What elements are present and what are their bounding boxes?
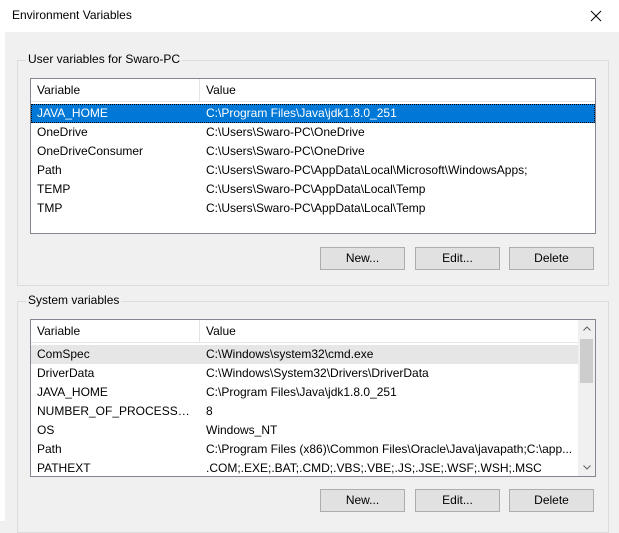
system-variables-label: System variables xyxy=(26,293,122,307)
variable-name: OneDrive xyxy=(37,125,88,139)
list-header: Variable Value xyxy=(31,79,595,102)
variable-name: Path xyxy=(37,163,62,177)
variable-value: C:\Users\Swaro-PC\OneDrive xyxy=(206,125,365,139)
variable-value: C:\Windows\System32\Drivers\DriverData xyxy=(206,366,429,380)
user-variables-label: User variables for Swaro-PC xyxy=(26,52,183,66)
table-row[interactable]: Path C:\Users\Swaro-PC\AppData\Local\Mic… xyxy=(31,161,595,180)
system-new-button[interactable]: New... xyxy=(320,489,405,512)
title-bar: Environment Variables xyxy=(0,0,619,32)
vertical-scrollbar[interactable] xyxy=(578,320,595,476)
variable-value: C:\Program Files\Java\jdk1.8.0_251 xyxy=(206,385,397,399)
column-header-variable[interactable]: Variable xyxy=(31,320,200,342)
table-row[interactable]: Path C:\Program Files (x86)\Common Files… xyxy=(31,440,578,459)
variable-name: OS xyxy=(37,423,55,437)
system-variables-group: System variables Variable Value ComSpec … xyxy=(17,293,609,533)
table-row[interactable]: DriverData C:\Windows\System32\Drivers\D… xyxy=(31,364,578,383)
column-header-value[interactable]: Value xyxy=(200,320,595,342)
system-edit-button[interactable]: Edit... xyxy=(415,489,500,512)
window-edge xyxy=(0,32,5,521)
chevron-up-icon xyxy=(582,326,591,331)
table-row[interactable]: JAVA_HOME C:\Program Files\Java\jdk1.8.0… xyxy=(31,104,595,123)
variable-name: JAVA_HOME xyxy=(37,385,108,399)
variable-name: JAVA_HOME xyxy=(37,106,108,120)
variable-name: TEMP xyxy=(37,182,71,196)
variable-value: C:\Users\Swaro-PC\OneDrive xyxy=(206,144,365,158)
column-header-value[interactable]: Value xyxy=(200,79,595,101)
variable-name: NUMBER_OF_PROCESSORS xyxy=(37,404,197,418)
user-edit-button[interactable]: Edit... xyxy=(415,247,500,270)
user-new-button[interactable]: New... xyxy=(320,247,405,270)
table-row[interactable]: JAVA_HOME C:\Program Files\Java\jdk1.8.0… xyxy=(31,383,578,402)
table-row[interactable]: TMP C:\Users\Swaro-PC\AppData\Local\Temp xyxy=(31,199,595,218)
window-title: Environment Variables xyxy=(12,8,132,22)
table-row[interactable]: OneDrive C:\Users\Swaro-PC\OneDrive xyxy=(31,123,595,142)
close-icon xyxy=(590,10,602,22)
user-delete-button[interactable]: Delete xyxy=(509,247,594,270)
table-row[interactable]: OS Windows_NT xyxy=(31,421,578,440)
table-row[interactable]: OneDriveConsumer C:\Users\Swaro-PC\OneDr… xyxy=(31,142,595,161)
chevron-down-icon xyxy=(582,465,591,470)
user-variables-list[interactable]: Variable Value JAVA_HOME C:\Program File… xyxy=(30,78,596,234)
variable-value: C:\Users\Swaro-PC\AppData\Local\Microsof… xyxy=(206,163,528,177)
variable-name: Path xyxy=(37,442,62,456)
variable-value: C:\Program Files\Java\jdk1.8.0_251 xyxy=(206,106,397,120)
list-header: Variable Value xyxy=(31,320,578,343)
table-row[interactable]: PATHEXT .COM;.EXE;.BAT;.CMD;.VBS;.VBE;.J… xyxy=(31,459,578,476)
scroll-up-button[interactable] xyxy=(578,320,595,337)
variable-value: 8 xyxy=(206,404,213,418)
variable-value: Windows_NT xyxy=(206,423,278,437)
variable-value: C:\Program Files (x86)\Common Files\Orac… xyxy=(206,442,573,456)
scroll-down-button[interactable] xyxy=(578,459,595,476)
variable-name: ComSpec xyxy=(37,347,90,361)
scroll-thumb[interactable] xyxy=(580,339,593,383)
table-row[interactable]: ComSpec C:\Windows\system32\cmd.exe xyxy=(31,345,578,364)
user-variables-group: User variables for Swaro-PC Variable Val… xyxy=(17,52,609,286)
variable-name: TMP xyxy=(37,201,63,215)
variable-value: C:\Users\Swaro-PC\AppData\Local\Temp xyxy=(206,201,426,215)
system-delete-button[interactable]: Delete xyxy=(509,489,594,512)
variable-name: PATHEXT xyxy=(37,461,91,475)
table-row[interactable]: NUMBER_OF_PROCESSORS 8 xyxy=(31,402,578,421)
column-header-variable[interactable]: Variable xyxy=(31,79,200,101)
variable-value: .COM;.EXE;.BAT;.CMD;.VBS;.VBE;.JS;.JSE;.… xyxy=(206,461,542,475)
system-variables-list[interactable]: Variable Value ComSpec C:\Windows\system… xyxy=(30,319,596,477)
variable-value: C:\Windows\system32\cmd.exe xyxy=(206,347,374,361)
table-row[interactable]: TEMP C:\Users\Swaro-PC\AppData\Local\Tem… xyxy=(31,180,595,199)
variable-value: C:\Users\Swaro-PC\AppData\Local\Temp xyxy=(206,182,426,196)
close-button[interactable] xyxy=(573,0,619,32)
variable-name: OneDriveConsumer xyxy=(37,144,144,158)
variable-name: DriverData xyxy=(37,366,95,380)
